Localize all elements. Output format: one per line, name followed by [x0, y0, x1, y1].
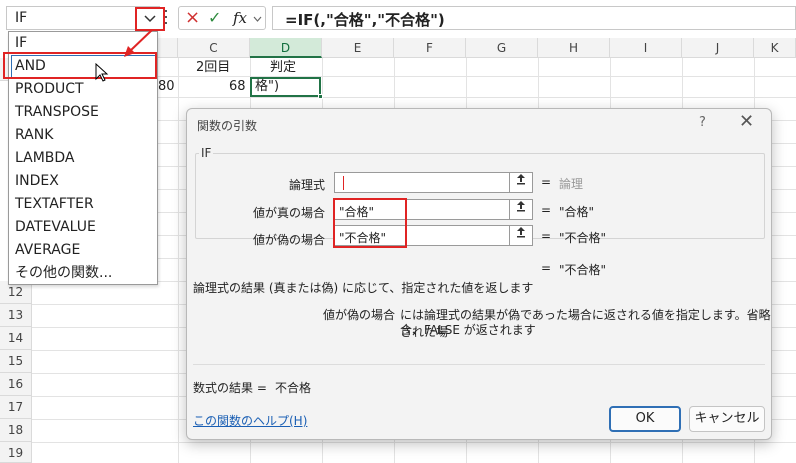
arg-result-value-if-false: "不合格": [559, 231, 607, 245]
dropdown-item-index[interactable]: INDEX: [15, 170, 59, 193]
dropdown-item-datevalue[interactable]: DATEVALUE: [15, 216, 96, 239]
row-header-16[interactable]: 16: [0, 373, 32, 396]
arg-result-logical-test: 論理: [559, 177, 584, 191]
function-help-link[interactable]: この関数のヘルプ(H): [193, 412, 307, 429]
column-header-h[interactable]: H: [538, 38, 610, 58]
column-header-j[interactable]: J: [682, 38, 754, 58]
column-header-c[interactable]: C: [178, 38, 250, 58]
chevron-down-icon[interactable]: [253, 16, 262, 22]
annotation-arrow-icon: [124, 29, 153, 57]
collapse-dialog-button[interactable]: [509, 172, 533, 193]
help-icon[interactable]: ?: [699, 115, 706, 130]
arg-label-logical-test: 論理式: [288, 178, 325, 192]
fill-handle[interactable]: [318, 94, 323, 99]
column-header-d[interactable]: D: [250, 38, 322, 58]
function-description: 論理式の結果 (真または偽) に応じて、指定された値を返します: [193, 281, 534, 295]
equals-sign: =: [541, 229, 552, 243]
arg-description-line2: 合、FALSE が返されます: [400, 323, 536, 337]
function-name-label: IF: [199, 146, 214, 160]
equals-sign: =: [541, 261, 552, 275]
upload-arrow-icon: [517, 201, 525, 212]
column-header-e[interactable]: E: [322, 38, 394, 58]
dialog-title: 関数の引数: [197, 119, 258, 133]
dropdown-item-more-functions[interactable]: その他の関数...: [15, 262, 112, 285]
arg-result-value-if-true: "合格": [559, 205, 595, 219]
dropdown-item-lambda[interactable]: LAMBDA: [15, 147, 75, 170]
cell-c2[interactable]: 68: [229, 77, 246, 97]
cancel-button[interactable]: キャンセル: [689, 406, 765, 432]
formula-buttons: × ✓ fx: [178, 6, 266, 30]
row-header-18[interactable]: 18: [0, 419, 32, 442]
dropdown-item-transpose[interactable]: TRANSPOSE: [15, 101, 99, 124]
cell-b2[interactable]: 80: [158, 77, 175, 97]
formula-input[interactable]: =IF(,"合格","不合格"): [272, 6, 796, 30]
cancel-icon[interactable]: ×: [185, 7, 200, 28]
column-header-f[interactable]: F: [394, 38, 466, 58]
insert-function-icon[interactable]: fx: [233, 9, 247, 27]
chevron-down-icon: [144, 15, 156, 23]
name-box-value: IF: [15, 10, 28, 26]
row-header-15[interactable]: 15: [0, 350, 32, 373]
dropdown-item-rank[interactable]: RANK: [15, 124, 53, 147]
close-icon[interactable]: ✕: [739, 111, 754, 132]
dropdown-item-average[interactable]: AVERAGE: [15, 239, 80, 262]
equals-sign: =: [541, 203, 552, 217]
active-cell-d2[interactable]: 格"): [250, 77, 323, 99]
row-header-14[interactable]: 14: [0, 327, 32, 350]
overall-result: "不合格": [559, 263, 607, 277]
function-arguments-dialog: 関数の引数 ? ✕ IF 論理式 = 論理 値が真の場合 "合格" = "合格"…: [186, 108, 772, 440]
cell-d1[interactable]: 判定: [270, 58, 296, 78]
upload-arrow-icon: [517, 174, 525, 185]
column-header-g[interactable]: G: [466, 38, 538, 58]
cell-c1[interactable]: 2回目: [196, 58, 230, 78]
collapse-dialog-button[interactable]: [509, 199, 533, 220]
enter-icon[interactable]: ✓: [208, 8, 221, 27]
column-header-i[interactable]: I: [610, 38, 682, 58]
arg-description-label: 値が偽の場合: [323, 308, 396, 322]
equals-sign: =: [541, 175, 552, 189]
formula-result-value: 不合格: [275, 381, 312, 395]
dropdown-item-product[interactable]: PRODUCT: [15, 78, 84, 101]
divider: [193, 364, 765, 365]
dropdown-item-textafter[interactable]: TEXTAFTER: [15, 193, 94, 216]
arg-label-value-if-false: 値が偽の場合: [252, 233, 325, 247]
arg-label-value-if-true: 値が真の場合: [252, 206, 325, 220]
highlight-box-args: [333, 198, 407, 248]
text-caret: [343, 176, 344, 190]
ok-button[interactable]: OK: [609, 406, 681, 432]
collapse-dialog-button[interactable]: [509, 225, 533, 246]
column-header-k[interactable]: K: [754, 38, 796, 58]
mouse-cursor-icon: [95, 63, 109, 82]
formula-result-label: 数式の結果 =: [193, 381, 267, 395]
active-cell-text: 格"): [255, 79, 280, 94]
row-header-19[interactable]: 19: [0, 442, 32, 463]
more-options-icon[interactable]: [164, 10, 168, 24]
upload-arrow-icon: [517, 227, 525, 238]
formula-text: =IF(,"合格","不合格"): [285, 11, 445, 29]
arg-input-logical-test[interactable]: [334, 172, 510, 193]
row-header-17[interactable]: 17: [0, 396, 32, 419]
row-header-13[interactable]: 13: [0, 304, 32, 327]
